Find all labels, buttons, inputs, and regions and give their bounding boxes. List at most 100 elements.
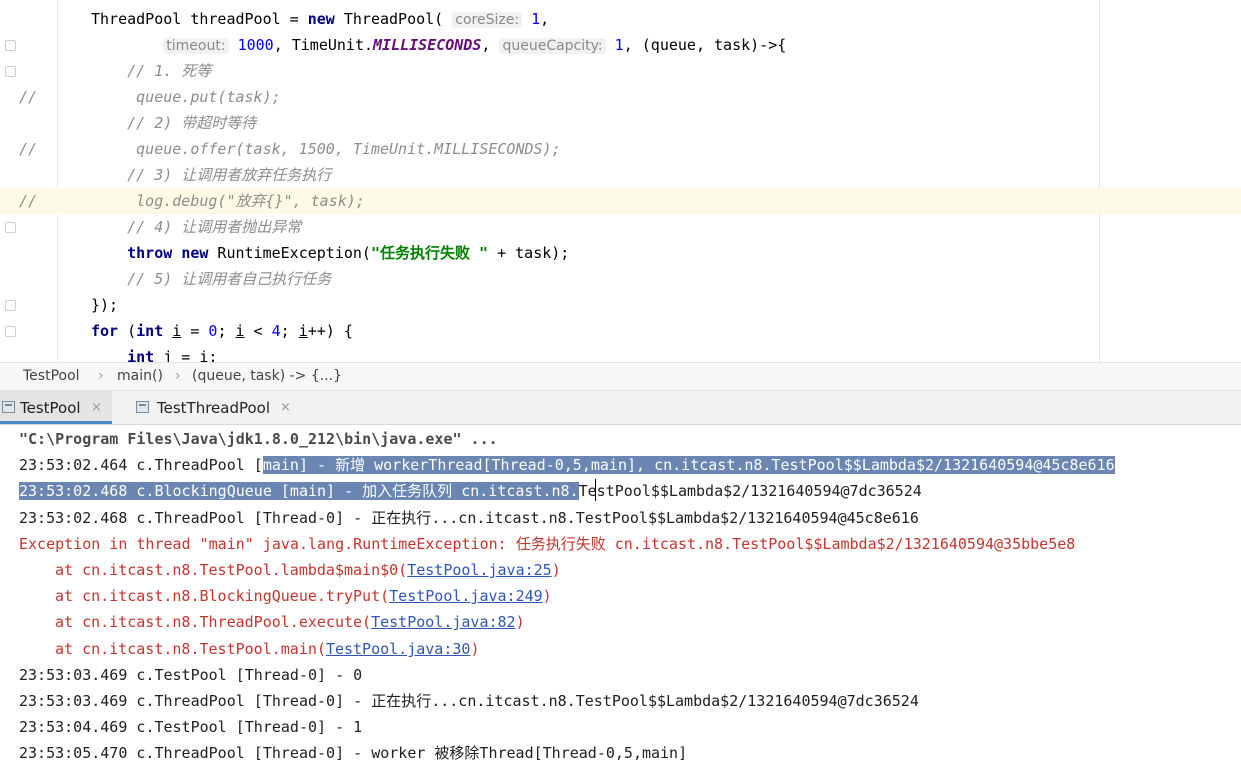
code-token: throw bbox=[127, 244, 173, 262]
code-token: int bbox=[136, 322, 164, 340]
selected-text: main] - 新增 workerThread[Thread-0,5,main]… bbox=[262, 456, 1115, 474]
run-config-icon bbox=[2, 401, 15, 413]
stack-trace-line: at cn.itcast.n8.BlockingQueue.tryPut(Tes… bbox=[0, 583, 1241, 609]
source-link[interactable]: TestPool.java:82 bbox=[371, 613, 516, 631]
log-line: 23:53:03.469 c.TestPool [Thread-0] - 0 bbox=[0, 662, 1241, 688]
console-text: at cn.itcast.n8.TestPool.lambda$main$0(T… bbox=[55, 557, 561, 583]
source-link[interactable]: TestPool.java:30 bbox=[326, 640, 471, 658]
source-link[interactable]: TestPool.java:249 bbox=[389, 587, 543, 605]
code-line[interactable]: // 2) 带超时等待 bbox=[0, 110, 1241, 136]
code-line[interactable]: timeout: 1000, TimeUnit.MILLISECONDS, qu… bbox=[0, 32, 1241, 58]
fold-marker-icon[interactable] bbox=[5, 300, 16, 311]
code-line[interactable]: // queue.offer(task, 1500, TimeUnit.MILL… bbox=[0, 136, 1241, 162]
code-line[interactable]: // 3) 让调用者放弃任务执行 bbox=[0, 162, 1241, 188]
console-segment: Exception in thread "main" java.lang.Run… bbox=[19, 535, 1076, 553]
code-text: ThreadPool threadPool = new ThreadPool( … bbox=[91, 6, 549, 33]
code-token: // 2) 带超时等待 bbox=[91, 114, 257, 132]
console-text: 23:53:02.468 c.ThreadPool [Thread-0] - 正… bbox=[19, 505, 919, 531]
stack-trace-line: at cn.itcast.n8.ThreadPool.execute(TestP… bbox=[0, 609, 1241, 635]
code-text: int j = i; bbox=[91, 344, 217, 362]
code-token: ( bbox=[118, 322, 137, 340]
code-token: MILLISECONDS bbox=[373, 36, 482, 54]
code-text: // 1. 死等 bbox=[91, 58, 211, 84]
log-line: 23:53:02.468 c.BlockingQueue [main] - 加入… bbox=[0, 478, 1241, 504]
close-icon[interactable]: × bbox=[280, 391, 291, 425]
code-token: ThreadPool threadPool = bbox=[91, 10, 308, 28]
code-token: , bbox=[481, 36, 500, 54]
code-token: ThreadPool( bbox=[334, 10, 453, 28]
code-token: , bbox=[540, 10, 550, 28]
breadcrumb-item-class[interactable]: TestPool bbox=[23, 368, 80, 384]
log-line: 23:53:05.470 c.ThreadPool [Thread-0] - w… bbox=[0, 740, 1241, 766]
console-segment: 23:53:05.470 c.ThreadPool [Thread-0] - w… bbox=[19, 744, 688, 762]
console-segment: ) bbox=[470, 640, 480, 658]
tab-label: TestThreadPool bbox=[157, 399, 271, 417]
code-line[interactable]: int j = i; bbox=[0, 344, 1241, 362]
run-tab-bar: TestPool × TestThreadPool × bbox=[0, 391, 1241, 425]
code-token: + task); bbox=[488, 244, 570, 262]
console-segment: 23:53:03.469 c.TestPool [Thread-0] - 0 bbox=[19, 666, 363, 684]
code-line[interactable]: // 5) 让调用者自己执行任务 bbox=[0, 266, 1241, 292]
line-comment-marker: // bbox=[19, 88, 38, 106]
code-token: 1000 bbox=[237, 36, 274, 54]
fold-marker-icon[interactable] bbox=[5, 66, 16, 77]
code-line[interactable]: for (int i = 0; i < 4; i++) { bbox=[0, 318, 1241, 344]
parameter-hint: timeout: bbox=[163, 38, 229, 54]
fold-marker-icon[interactable] bbox=[5, 326, 16, 337]
console-segment: ) bbox=[515, 613, 525, 631]
code-token: i bbox=[298, 322, 308, 340]
console-segment: "C:\Program Files\Java\jdk1.8.0_212\bin\… bbox=[19, 430, 498, 448]
log-line: 23:53:03.469 c.ThreadPool [Thread-0] - 正… bbox=[0, 688, 1241, 714]
code-text: for (int i = 0; i < 4; i++) { bbox=[91, 318, 353, 344]
fold-marker-icon[interactable] bbox=[5, 40, 16, 51]
source-link[interactable]: TestPool.java:25 bbox=[407, 561, 552, 579]
code-token: // 4) 让调用者抛出异常 bbox=[91, 218, 302, 236]
code-token: i bbox=[172, 322, 182, 340]
command-line: "C:\Program Files\Java\jdk1.8.0_212\bin\… bbox=[0, 426, 1241, 452]
console-segment: 23:53:04.469 c.TestPool [Thread-0] - 1 bbox=[19, 718, 363, 736]
console-output[interactable]: "C:\Program Files\Java\jdk1.8.0_212\bin\… bbox=[0, 425, 1241, 781]
fold-marker-icon[interactable] bbox=[5, 222, 16, 233]
console-segment: at cn.itcast.n8.ThreadPool.execute( bbox=[55, 613, 372, 631]
code-text: log.debug("放弃{}", task); bbox=[91, 188, 365, 214]
console-text: "C:\Program Files\Java\jdk1.8.0_212\bin\… bbox=[19, 426, 498, 452]
code-text: }); bbox=[91, 292, 118, 318]
code-text: // 3) 让调用者放弃任务执行 bbox=[91, 162, 331, 188]
code-token: new bbox=[181, 244, 209, 262]
code-token: // 1. 死等 bbox=[91, 62, 212, 80]
code-line[interactable]: // 4) 让调用者抛出异常 bbox=[0, 214, 1241, 240]
code-token: ; bbox=[280, 322, 299, 340]
code-line[interactable]: // log.debug("放弃{}", task); bbox=[0, 188, 1241, 214]
code-line[interactable]: ThreadPool threadPool = new ThreadPool( … bbox=[0, 6, 1241, 32]
breadcrumb-item-lambda[interactable]: (queue, task) -> {...} bbox=[192, 368, 342, 384]
code-token: , (queue, task)->{ bbox=[623, 36, 787, 54]
code-token: 1 bbox=[531, 10, 541, 28]
code-token: = bbox=[181, 322, 209, 340]
console-text: at cn.itcast.n8.BlockingQueue.tryPut(Tes… bbox=[55, 583, 552, 609]
tab-testpool[interactable]: TestPool × bbox=[0, 391, 112, 424]
code-token: // 3) 让调用者放弃任务执行 bbox=[91, 166, 332, 184]
code-line[interactable]: // queue.put(task); bbox=[0, 84, 1241, 110]
code-token: queue.put(task); bbox=[91, 88, 281, 106]
console-segment: ) bbox=[542, 587, 552, 605]
code-line[interactable]: }); bbox=[0, 292, 1241, 318]
code-token: j = i; bbox=[154, 348, 218, 362]
breadcrumb-item-method[interactable]: main() bbox=[117, 368, 163, 384]
code-token: queue.offer(task, 1500, TimeUnit.MILLISE… bbox=[91, 140, 561, 158]
console-segment: at cn.itcast.n8.TestPool.lambda$main$0( bbox=[55, 561, 408, 579]
code-line[interactable]: // 1. 死等 bbox=[0, 58, 1241, 84]
tab-testthreadpool[interactable]: TestThreadPool × bbox=[130, 391, 306, 424]
code-editor[interactable]: ThreadPool threadPool = new ThreadPool( … bbox=[0, 0, 1241, 362]
breadcrumb: TestPool › main() › (queue, task) -> {..… bbox=[0, 362, 1241, 391]
code-line[interactable]: throw new RuntimeException("任务执行失败 " + t… bbox=[0, 240, 1241, 266]
console-text: 23:53:03.469 c.TestPool [Thread-0] - 0 bbox=[19, 662, 362, 688]
exception-line: Exception in thread "main" java.lang.Run… bbox=[0, 531, 1241, 557]
close-icon[interactable]: × bbox=[91, 391, 102, 425]
